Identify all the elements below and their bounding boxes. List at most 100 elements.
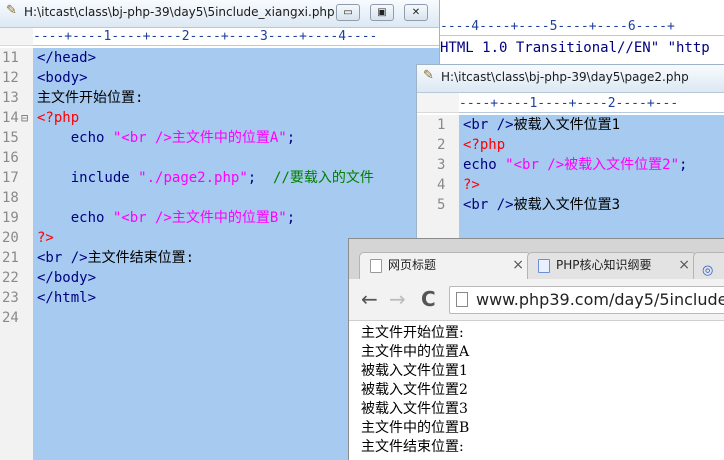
plain-text: 主文件结束位置:	[87, 250, 195, 266]
php-string: "<br />主文件中的位置B"	[112, 210, 287, 226]
output-line: 被载入文件位置2	[361, 382, 468, 398]
code-line: <?php	[33, 108, 439, 128]
html-tag: </body>	[37, 270, 97, 286]
tab-webpage-title[interactable]: 网页标题 ×	[359, 252, 531, 279]
line-number: 12	[2, 70, 19, 86]
page2-editor-ruler: ----+----1----+----2----+---	[459, 95, 724, 113]
line-number: 19	[2, 210, 19, 226]
html-tag: <br />	[463, 117, 514, 133]
php-tag: ?>	[37, 230, 54, 246]
site-favicon-icon: ◎	[702, 263, 714, 278]
tab-label: 网页标题	[388, 258, 437, 272]
plain-text: 主文件开始位置:	[37, 90, 144, 106]
line-number: 17	[2, 170, 19, 186]
page-icon	[538, 259, 550, 273]
tab-partial[interactable]: ◎	[693, 252, 724, 279]
html-tag: <body>	[37, 70, 88, 86]
restore-button[interactable]: ▣	[370, 4, 394, 21]
code-line: </head>	[33, 48, 439, 68]
php-keyword: echo	[70, 130, 105, 146]
main-ruler-gutter	[0, 28, 33, 46]
php-string: "<br />主文件中的位置A"	[112, 130, 287, 146]
output-line: 主文件结束位置:	[361, 439, 464, 455]
statement-end: ;	[247, 170, 257, 186]
page-content: 主文件开始位置: 主文件中的位置A 被载入文件位置1 被载入文件位置2 被载入文件位置3…	[349, 322, 724, 460]
php-tag: <?php	[463, 137, 506, 153]
code-line: ?>	[459, 175, 724, 195]
statement-end: ;	[286, 210, 296, 226]
plain-text: 被载入文件位置3	[513, 197, 621, 213]
line-number: 21	[2, 250, 19, 266]
line-number: 3	[437, 157, 446, 173]
page2-editor-title: H:\itcast\class\bj-php-39\day5\page2.php	[441, 70, 689, 84]
php-tag: <?php	[37, 110, 80, 126]
line-number: 24	[2, 310, 19, 326]
statement-end: ;	[679, 157, 688, 173]
statement-end: ;	[286, 130, 296, 146]
tab-php-outline[interactable]: PHP核心知识纲要 ×	[527, 252, 697, 279]
html-tag: <br />	[463, 197, 514, 213]
pencil-icon: ✎	[6, 3, 17, 18]
close-button[interactable]: ✕	[404, 4, 428, 21]
line-number: 5	[437, 197, 446, 213]
php-keyword: echo	[70, 210, 105, 226]
pencil-icon: ✎	[423, 68, 434, 83]
code-line: include "./page2.php"; //要载入的文件	[33, 168, 439, 188]
line-number: 1	[437, 117, 446, 133]
tab-strip: 网页标题 × PHP核心知识纲要 × ◎	[349, 239, 724, 279]
code-line: 主文件开始位置:	[33, 88, 439, 108]
minimize-button[interactable]: ▭	[336, 4, 360, 21]
line-number: 11	[2, 50, 19, 66]
page2-editor-titlebar: ✎ H:\itcast\class\bj-php-39\day5\page2.p…	[417, 65, 724, 93]
close-tab-icon[interactable]: ×	[512, 253, 524, 278]
back-arrow-icon[interactable]: ←	[361, 288, 378, 310]
code-line: <body>	[33, 68, 439, 88]
line-number: 23	[2, 290, 19, 306]
php-tag: ?>	[463, 177, 480, 193]
browser-window: 网页标题 × PHP核心知识纲要 × ◎ ← → C www.php39.com…	[348, 238, 724, 460]
line-number: 14	[0, 108, 33, 128]
line-number: 2	[437, 137, 446, 153]
main-editor-titlebar: ✎ H:\itcast\class\bj-php-39\day5\5includ…	[0, 0, 439, 28]
output-line: 主文件中的位置B	[361, 420, 470, 436]
page-icon	[456, 292, 468, 307]
code-line: <br />被载入文件位置1	[459, 115, 724, 135]
code-line: <?php	[459, 135, 724, 155]
code-line: echo "<br />主文件中的位置B";	[33, 208, 439, 228]
php-keyword: include	[70, 170, 130, 186]
html-tag: </head>	[37, 50, 97, 66]
reload-icon[interactable]: C	[421, 288, 436, 310]
output-line: 主文件开始位置:	[361, 325, 464, 341]
code-line: echo "<br />被载入文件位置2";	[459, 155, 724, 175]
html-tag: <br />	[37, 250, 88, 266]
address-url: www.php39.com/day5/5include_	[476, 290, 724, 309]
background-editor-ruler: ----4----+----5----+----6----+	[440, 18, 724, 36]
address-bar[interactable]: www.php39.com/day5/5include_	[449, 286, 724, 314]
php-string: "./page2.php"	[138, 170, 248, 186]
code-line: echo "<br />主文件中的位置A";	[33, 128, 439, 148]
php-comment: //要载入的文件	[273, 170, 374, 186]
main-editor-title: H:\itcast\class\bj-php-39\day5\5include_…	[24, 5, 335, 19]
line-number: 22	[2, 270, 19, 286]
tab-label: PHP核心知识纲要	[556, 258, 652, 272]
line-number: 18	[2, 190, 19, 206]
output-line: 被载入文件位置1	[361, 363, 468, 379]
forward-arrow-icon[interactable]: →	[389, 288, 406, 310]
php-string: "<br />被载入文件位置2"	[505, 157, 680, 173]
html-tag: </html>	[37, 290, 97, 306]
page2-ruler-gutter	[417, 93, 459, 113]
line-number: 16	[2, 150, 19, 166]
background-editor-code-line: HTML 1.0 Transitional//EN" "http	[440, 37, 724, 59]
close-tab-icon[interactable]: ×	[678, 253, 690, 278]
main-editor-ruler: ----+----1----+----2----+----3----+----4…	[33, 28, 439, 46]
page-icon	[370, 259, 382, 273]
output-line: 主文件中的位置A	[361, 344, 470, 360]
plain-text: 被载入文件位置1	[513, 117, 621, 133]
code-line: <br />被载入文件位置3	[459, 195, 724, 215]
browser-chrome: 网页标题 × PHP核心知识纲要 × ◎ ← → C www.php39.com…	[349, 239, 724, 321]
line-number: 4	[437, 177, 446, 193]
php-keyword: echo	[463, 157, 497, 173]
line-number: 13	[2, 90, 19, 106]
